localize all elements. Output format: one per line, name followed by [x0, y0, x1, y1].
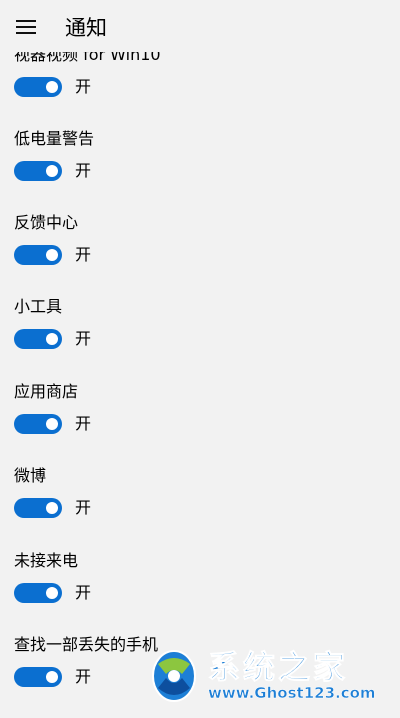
list-item: 应用商店 开 — [0, 381, 400, 465]
toggle-knob — [46, 81, 58, 93]
toggle-switch[interactable] — [14, 498, 62, 518]
list-item: 反馈中心 开 — [0, 212, 400, 296]
toggle-switch[interactable] — [14, 329, 62, 349]
toggle-switch[interactable] — [14, 77, 62, 97]
item-label: 低电量警告 — [14, 129, 95, 148]
toggle-knob — [46, 587, 58, 599]
list-item: 低电量警告 开 — [0, 128, 400, 212]
item-label: 查找一部丢失的手机 — [14, 635, 159, 654]
toggle-state-label: 开 — [75, 414, 92, 433]
toggle-switch[interactable] — [14, 583, 62, 603]
toggle-knob — [46, 249, 58, 261]
toggle-switch[interactable] — [14, 667, 62, 687]
toggle-knob — [46, 165, 58, 177]
toggle-knob — [46, 502, 58, 514]
item-label: 小工具 — [14, 297, 63, 316]
item-label: 微博 — [14, 466, 47, 485]
list-item: 视器视频 for Win10 开 — [0, 44, 400, 128]
list-item: 小工具 开 — [0, 296, 400, 380]
toggle-switch[interactable] — [14, 414, 62, 434]
toggle-state-label: 开 — [75, 161, 92, 180]
toggle-state-label: 开 — [75, 583, 92, 602]
list-item: 未接来电 开 — [0, 550, 400, 634]
toggle-state-label: 开 — [75, 245, 92, 264]
page-title: 通知 — [65, 16, 107, 40]
toggle-switch[interactable] — [14, 245, 62, 265]
toggle-state-label: 开 — [75, 498, 92, 517]
watermark: 系统之家 www.Ghost123.com — [148, 636, 400, 711]
toggle-knob — [46, 418, 58, 430]
toggle-state-label: 开 — [75, 667, 92, 686]
item-label: 反馈中心 — [14, 213, 79, 232]
app-header: 通知 — [0, 0, 400, 52]
toggle-state-label: 开 — [75, 77, 92, 96]
item-label: 未接来电 — [14, 551, 79, 570]
watermark-logo-icon — [152, 650, 196, 702]
item-label: 应用商店 — [14, 382, 79, 401]
toggle-switch[interactable] — [14, 161, 62, 181]
toggle-knob — [46, 671, 58, 683]
watermark-name: 系统之家 — [207, 648, 349, 687]
watermark-url: www.Ghost123.com — [208, 684, 376, 703]
hamburger-menu-icon[interactable] — [16, 20, 36, 34]
toggle-state-label: 开 — [75, 329, 92, 348]
list-item: 微博 开 — [0, 465, 400, 549]
toggle-knob — [46, 333, 58, 345]
